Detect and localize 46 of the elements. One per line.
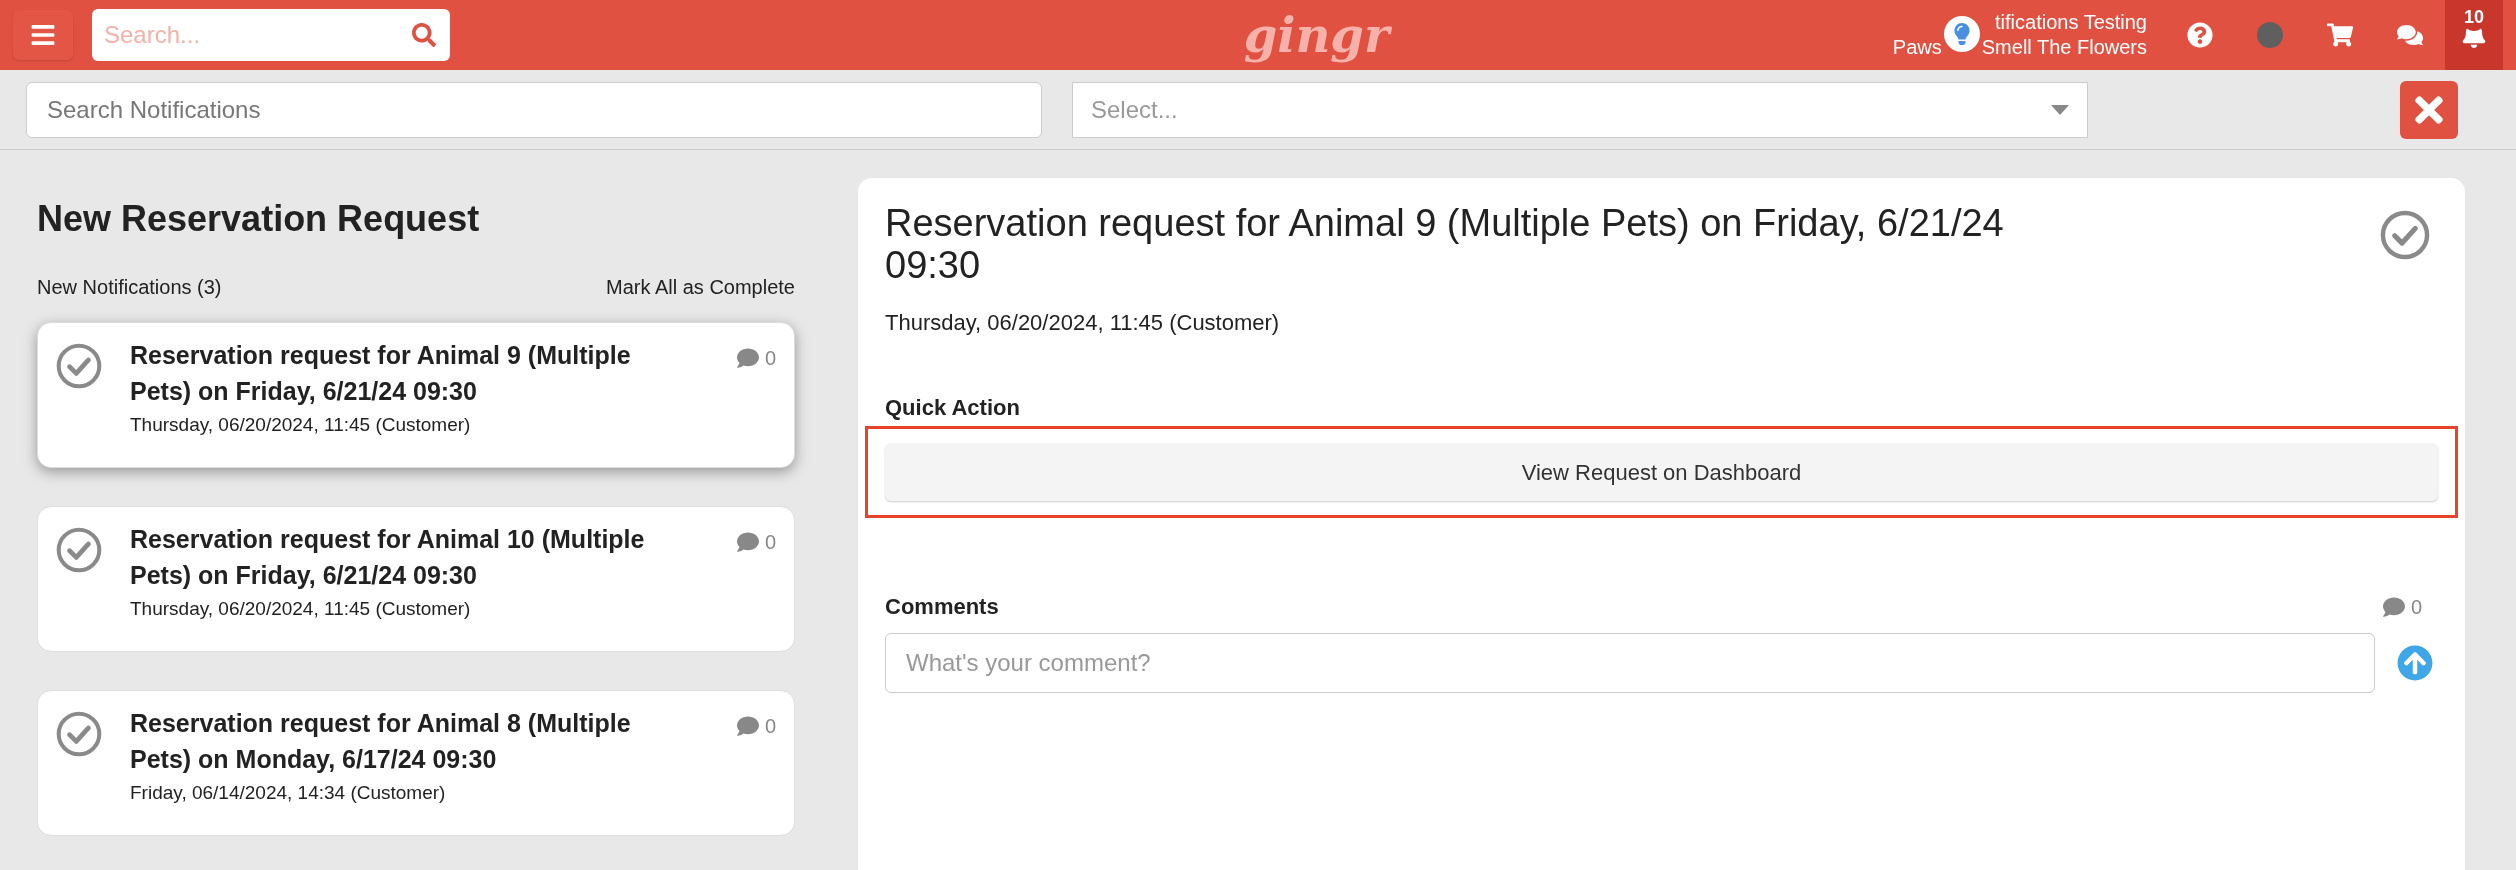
notification-search-field[interactable]: Search Notifications bbox=[26, 81, 1042, 138]
comment-icon bbox=[736, 715, 759, 737]
notifications-button[interactable]: 10 bbox=[2445, 0, 2503, 70]
account-name: Paws bbox=[1892, 35, 1942, 60]
notification-meta: Thursday, 06/20/2024, 11:45 (Customer) bbox=[130, 597, 472, 621]
notification-title: Reservation request for Animal 9 (Multiple Pets) on Friday, 6/21/24 09:30 bbox=[130, 340, 632, 407]
list-title: New Reservation Request bbox=[37, 197, 481, 241]
notification-card[interactable]: Reservation request for Animal 9 (Multiple Pets) on Friday, 6/21/24 09:30 Thursday, 06/20/2024, 11:45 (Customer) 0 bbox=[37, 322, 795, 468]
search-field[interactable]: Search... bbox=[92, 9, 450, 61]
section-label: Comments bbox=[885, 593, 999, 621]
notification-card[interactable]: Reservation request for Animal 8 (Multiple Pets) on Monday, 6/17/24 09:30 Friday, 06/14/2024, 14:34 (Customer) 0 bbox=[37, 690, 795, 836]
notification-meta: Thursday, 06/20/2024, 11:45 (Customer) bbox=[130, 413, 472, 437]
notification-title: Reservation request for Animal 10 (Multiple Pets) on Friday, 6/21/24 09:30 bbox=[130, 524, 646, 591]
check-circle-icon[interactable] bbox=[56, 527, 102, 573]
menu-icon bbox=[30, 22, 56, 48]
lightbulb-icon[interactable] bbox=[1943, 15, 1980, 52]
view-request-button[interactable]: View Request on Dashboard bbox=[885, 443, 2438, 501]
notification-title: Reservation request for Animal 8 (Multiple Pets) on Monday, 6/17/24 09:30 bbox=[130, 708, 632, 775]
close-button[interactable] bbox=[2400, 80, 2458, 139]
comment-icon bbox=[2382, 595, 2405, 618]
comment-count: 0 bbox=[2410, 594, 2422, 620]
mark-all-complete-link[interactable]: Mark All as Complete bbox=[606, 272, 795, 302]
cart-icon[interactable] bbox=[2327, 22, 2353, 48]
comment-icon bbox=[736, 347, 759, 369]
user-name: tifications Testing bbox=[1995, 10, 2147, 35]
comment-count: 0 bbox=[764, 346, 776, 371]
send-icon[interactable] bbox=[2397, 645, 2433, 681]
comment-field[interactable]: What's your comment? bbox=[885, 633, 2375, 693]
comment-icon bbox=[736, 531, 759, 553]
menu-button[interactable] bbox=[13, 10, 73, 60]
section-label: Quick Action bbox=[885, 394, 1021, 422]
check-circle-icon[interactable] bbox=[56, 711, 102, 757]
check-circle-icon[interactable] bbox=[56, 343, 102, 389]
caret-icon bbox=[2051, 104, 2069, 115]
search-icon[interactable] bbox=[412, 23, 436, 47]
notification-card[interactable]: Reservation request for Animal 10 (Multiple Pets) on Friday, 6/21/24 09:30 Thursday, 06/20/2024, 11:45 (Customer) 0 bbox=[37, 506, 795, 652]
detail-meta: Thursday, 06/20/2024, 11:45 (Customer) bbox=[885, 309, 1281, 337]
comment-count: 0 bbox=[764, 530, 776, 555]
comment-count: 0 bbox=[764, 714, 776, 739]
notification-meta: Friday, 06/14/2024, 14:34 (Customer) bbox=[130, 781, 447, 805]
help-icon[interactable] bbox=[2187, 22, 2213, 48]
location-name: Smell The Flowers bbox=[1981, 35, 2147, 60]
detail-title: Reservation request for Animal 9 (Multiple Pets) on Friday, 6/21/24 09:30 bbox=[885, 202, 2005, 286]
notification-count-label: New Notifications (3) bbox=[37, 275, 222, 300]
check-circle-icon[interactable] bbox=[2380, 210, 2430, 260]
chat-icon[interactable] bbox=[2397, 22, 2423, 48]
